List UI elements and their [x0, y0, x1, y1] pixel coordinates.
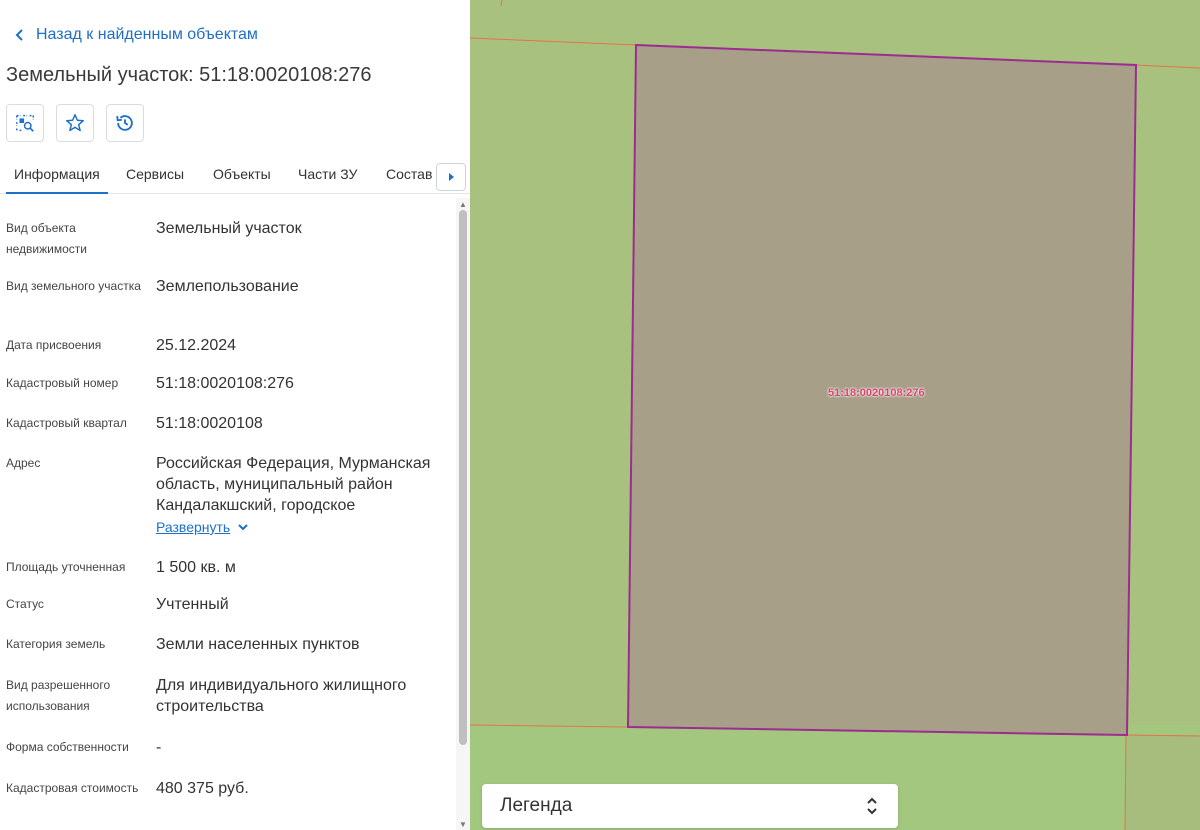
- expand-label: Развернуть: [156, 519, 231, 535]
- chevron-down-icon: [238, 524, 248, 531]
- scroll-down-arrow-icon[interactable]: ▼: [459, 820, 467, 829]
- property-value: Земли населенных пунктов: [156, 636, 360, 653]
- add-to-favorites-button[interactable]: [56, 104, 94, 142]
- locate-on-map-button[interactable]: [6, 104, 44, 142]
- property-value: 480 375 руб.: [156, 780, 249, 797]
- expand-collapse-icon: [867, 797, 877, 815]
- scrollbar-thumb[interactable]: [459, 210, 467, 745]
- tabs-scroll-right-button[interactable]: [436, 163, 466, 191]
- property-value: 25.12.2024: [156, 337, 237, 354]
- property-value: 1 500 кв. м: [156, 559, 236, 576]
- tab-information[interactable]: Информация: [6, 154, 108, 194]
- property-value: Землепользование: [156, 278, 299, 295]
- object-info-panel: Назад к найденным объектам Земельный уча…: [0, 0, 470, 830]
- chevron-left-icon: [15, 29, 23, 41]
- property-value: Учтенный: [156, 596, 229, 613]
- legend-dropdown[interactable]: Легенда: [482, 784, 898, 828]
- boundary-line: [470, 37, 637, 46]
- star-icon: [66, 114, 84, 132]
- tab-services[interactable]: Сервисы: [126, 154, 184, 194]
- property-value: Российская Федерация, Мурманская область…: [156, 455, 431, 514]
- caret-right-icon: [449, 173, 454, 181]
- property-value: 51:18:0020108:276: [156, 375, 294, 392]
- scroll-up-arrow-icon[interactable]: ▲: [459, 200, 467, 209]
- property-label: Площадь уточненная: [6, 560, 126, 574]
- tab-land-parts[interactable]: Части ЗУ: [298, 154, 357, 194]
- back-to-results-link[interactable]: Назад к найденным объектам: [10, 24, 258, 46]
- property-value: -: [156, 739, 162, 756]
- property-row-address: Адрес Российская Федерация, Мурманская о…: [6, 453, 451, 543]
- property-label: Адрес: [6, 456, 41, 470]
- property-label: Статус: [6, 597, 44, 611]
- property-label: Кадастровая стоимость: [6, 781, 139, 795]
- legend-label: Легенда: [500, 795, 573, 816]
- property-value: 51:18:0020108: [156, 415, 263, 432]
- map-canvas: [470, 0, 1200, 830]
- tab-objects[interactable]: Объекты: [213, 154, 271, 194]
- neighbor-parcel: [1125, 735, 1200, 830]
- property-value: Земельный участок: [156, 220, 302, 237]
- property-label: Кадастровый квартал: [6, 416, 127, 430]
- boundary-line: [500, 0, 503, 7]
- property-label: Вид разрешенного использования: [6, 678, 111, 713]
- history-icon: [116, 115, 133, 131]
- property-label: Вид объекта недвижимости: [6, 221, 87, 256]
- property-value: Для индивидуального жилищного строительс…: [156, 677, 407, 715]
- property-label: Вид земельного участка: [6, 279, 141, 293]
- property-label: Категория земель: [6, 637, 106, 651]
- map-view[interactable]: 51:18:0020108:276: [470, 0, 1200, 830]
- property-label: Форма собственности: [6, 740, 129, 754]
- property-label: Кадастровый номер: [6, 376, 119, 390]
- tab-composition[interactable]: Состав: [386, 154, 434, 194]
- property-label: Дата присвоения: [6, 338, 102, 352]
- page-title: Земельный участок: 51:18:0020108:276: [6, 64, 372, 86]
- history-button[interactable]: [106, 104, 144, 142]
- boundary-line: [1135, 64, 1200, 69]
- back-link-label: Назад к найденным объектам: [36, 26, 258, 43]
- parcel-label: 51:18:0020108:276: [828, 387, 925, 399]
- expand-address-link[interactable]: Развернуть: [156, 519, 250, 535]
- info-tabs: Информация Сервисы Объекты Части ЗУ Сост…: [0, 154, 470, 194]
- locate-on-map-icon: [16, 114, 34, 132]
